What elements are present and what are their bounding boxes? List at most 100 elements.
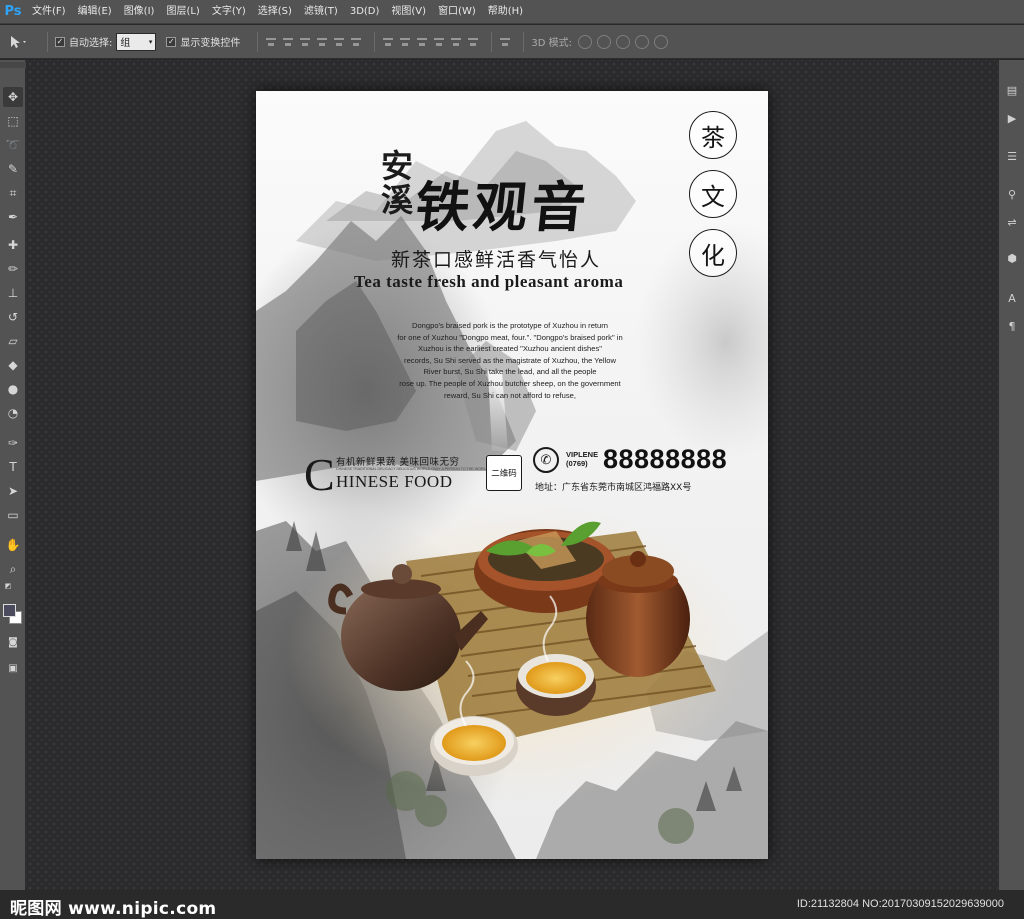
path-select-icon[interactable]: ➤ <box>3 481 23 501</box>
body-paragraph: Dongpo's braised pork is the prototype o… <box>370 320 650 401</box>
auto-select-label: 自动选择: <box>69 38 113 49</box>
photoshop-logo: Ps <box>4 4 22 19</box>
distribute-hcenter-icon[interactable] <box>450 36 462 48</box>
phone-label-brand: VIPLENE <box>566 450 599 459</box>
subtitle-english: Tea taste fresh and pleasant aroma <box>354 272 624 291</box>
watermark-bar: 昵图网 www.nipic.com ID:21132804 NO:2017030… <box>0 890 1024 919</box>
align-bottom-icon[interactable] <box>299 36 311 48</box>
pen-icon[interactable]: ✑ <box>3 433 23 453</box>
phone-icon: ✆ <box>533 447 559 473</box>
align-left-icon[interactable] <box>316 36 328 48</box>
separator <box>523 31 525 52</box>
3d-slide-icon[interactable] <box>635 34 649 49</box>
default-colors-icon[interactable]: ◩ <box>3 581 13 591</box>
site-watermark: 昵图网 www.nipic.com <box>10 899 217 919</box>
align-right-icon[interactable] <box>350 36 362 48</box>
blur-icon[interactable]: ● <box>3 379 23 399</box>
paragraph-icon[interactable]: ¶ <box>1004 318 1020 334</box>
adjustments-icon[interactable]: ⇌ <box>1004 214 1020 230</box>
seal-char-2: 文 <box>689 170 737 218</box>
menu-file[interactable]: 文件(F) <box>26 0 72 24</box>
menu-view[interactable]: 视图(V) <box>385 0 432 24</box>
menu-window[interactable]: 窗口(W) <box>432 0 482 24</box>
body-line: Xuzhou is the earliest created "Xuzhou a… <box>418 344 602 354</box>
distribute-bottom-icon[interactable] <box>416 36 428 48</box>
show-transform-group: ✓ 显示变换控件 <box>166 34 240 49</box>
lasso-icon[interactable]: ➰ <box>3 135 23 155</box>
3d-rotate-icon[interactable] <box>578 34 592 49</box>
character-icon[interactable]: A <box>1004 290 1020 306</box>
paint-bucket-icon[interactable]: ◆ <box>3 355 23 375</box>
eraser-icon[interactable]: ▱ <box>3 331 23 351</box>
zoom-icon[interactable]: ⌕ <box>3 559 23 579</box>
eyedropper-icon[interactable]: ✒ <box>3 207 23 227</box>
auto-select-dropdown[interactable]: 组 ▾ <box>116 32 157 51</box>
history-brush-icon[interactable]: ↺ <box>3 307 23 327</box>
address-text: 地址：广东省东莞市南城区鸿福路XX号 <box>535 483 692 493</box>
stamp-icon[interactable]: ⊥ <box>3 283 23 303</box>
crop-icon[interactable]: ⌗ <box>3 183 23 203</box>
phone-number: 88888888 <box>603 444 728 474</box>
show-transform-checkbox[interactable]: ✓ <box>166 36 177 47</box>
body-line: Dongpo's braised pork is the prototype o… <box>411 321 609 330</box>
body-line: records, Su Shi served as the magistrate… <box>404 355 616 365</box>
properties-icon[interactable]: ☰ <box>1004 148 1020 164</box>
3d-panel-icon[interactable]: ⬢ <box>1004 250 1020 266</box>
move-tool-preset[interactable] <box>8 34 30 50</box>
brush-panel-icon[interactable]: ⚲ <box>1004 186 1020 202</box>
menu-layer[interactable]: 图层(L) <box>160 0 205 24</box>
move-icon[interactable]: ✥ <box>3 87 23 107</box>
align-top-icon[interactable] <box>265 36 277 48</box>
play-icon[interactable]: ▶ <box>1004 110 1020 126</box>
panel-dock: ▤ ▶ ☰ ⚲ ⇌ ⬢ A ¶ <box>998 60 1024 890</box>
menu-3d[interactable]: 3D(D) <box>344 0 386 24</box>
image-id-watermark: ID:21132804 NO:20170309152029639000 <box>796 898 1004 910</box>
foreground-color-swatch[interactable] <box>3 604 16 617</box>
align-vcenter-icon[interactable] <box>282 36 294 48</box>
align-hcenter-icon[interactable] <box>333 36 345 48</box>
auto-select-value: 组 <box>120 38 131 49</box>
separator <box>491 31 493 52</box>
marquee-icon[interactable]: ⬚ <box>3 111 23 131</box>
phone-label: VIPLENE (0769) <box>566 450 598 468</box>
poster-document[interactable]: 安溪 铁观音 茶 文 化 新茶口感鲜活香气怡人 Tea taste fresh … <box>256 91 768 859</box>
dodge-icon[interactable]: ◔ <box>3 403 23 423</box>
menu-edit[interactable]: 编辑(E) <box>72 0 118 24</box>
menu-select[interactable]: 选择(S) <box>252 0 298 24</box>
distribute-left-icon[interactable] <box>433 36 445 48</box>
brush-icon[interactable]: ✏ <box>3 259 23 279</box>
distribute-right-icon[interactable] <box>467 36 479 48</box>
auto-align-icon[interactable] <box>499 36 511 48</box>
chinese-food-initial: C <box>304 449 335 500</box>
3d-pan-icon[interactable] <box>616 34 630 49</box>
menu-image[interactable]: 图像(I) <box>118 0 161 24</box>
options-bar: ✓ 自动选择: 组 ▾ ✓ 显示变换控件 3D 模式: <box>0 25 1024 59</box>
panel-grip[interactable] <box>0 62 26 68</box>
tools-panel: ✥ ⬚ ➰ ✎ ⌗ ✒ ✚ ✏ ⊥ ↺ ▱ ◆ ● ◔ ✑ T ➤ ▭ ✋ ⌕ … <box>0 60 26 890</box>
3d-roll-icon[interactable] <box>597 34 611 49</box>
auto-select-group: ✓ 自动选择: 组 ▾ <box>55 32 157 51</box>
body-line: River burst, Su Shi take the lead, and a… <box>423 367 597 377</box>
separator <box>374 31 376 52</box>
distribute-top-icon[interactable] <box>382 36 394 48</box>
body-line: for one of Xuzhou "Dongpo meat, four.". … <box>397 332 623 342</box>
auto-select-checkbox[interactable]: ✓ <box>55 36 65 47</box>
mode-3d-label: 3D 模式: <box>531 38 572 49</box>
seal-char-1: 茶 <box>689 111 737 159</box>
rectangle-icon[interactable]: ▭ <box>3 505 23 525</box>
move-tool-icon <box>11 35 26 48</box>
healing-icon[interactable]: ✚ <box>3 235 23 255</box>
history-icon[interactable]: ▤ <box>1004 82 1020 98</box>
subtitle-chinese: 新茶口感鲜活香气怡人 <box>391 249 602 271</box>
quick-select-icon[interactable]: ✎ <box>3 159 23 179</box>
chinese-food-tagline: 有机新鲜果蔬 美味回味无穷 <box>336 457 460 468</box>
type-icon[interactable]: T <box>3 457 23 477</box>
quick-mask-icon[interactable]: ◙ <box>3 632 23 652</box>
hand-icon[interactable]: ✋ <box>3 535 23 555</box>
3d-scale-icon[interactable] <box>654 34 668 49</box>
menu-type[interactable]: 文字(Y) <box>206 0 252 24</box>
menu-filter[interactable]: 滤镜(T) <box>298 0 344 24</box>
distribute-vcenter-icon[interactable] <box>399 36 411 48</box>
menu-help[interactable]: 帮助(H) <box>482 0 529 24</box>
screen-mode-icon[interactable]: ▣ <box>3 658 23 678</box>
